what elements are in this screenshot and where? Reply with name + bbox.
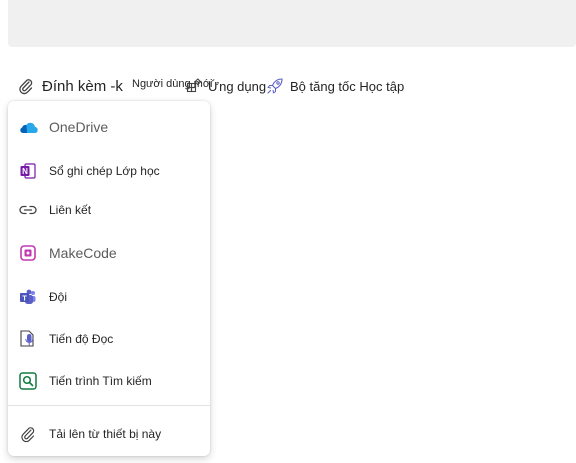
assignment-toolbar: Đính kèm -k Người dùng mới Ứng dụng Bộ t… bbox=[0, 72, 576, 100]
menu-item-search-progress[interactable]: Tiến trình Tìm kiếm bbox=[8, 363, 210, 399]
learning-accelerators-button[interactable]: Bộ tăng tốc Học tập bbox=[266, 72, 404, 100]
apps-button[interactable]: Ứng dụng bbox=[186, 72, 266, 100]
attach-button[interactable]: Đính kèm -k bbox=[18, 72, 123, 100]
menu-item-label: OneDrive bbox=[49, 119, 109, 135]
teams-icon: T bbox=[18, 287, 38, 307]
message-input-area[interactable] bbox=[8, 0, 576, 47]
menu-item-label: Tiến độ Đọc bbox=[49, 332, 114, 346]
menu-item-label: Tải lên từ thiết bị này bbox=[49, 427, 162, 441]
menu-item-label: Sổ ghi chép Lớp học bbox=[49, 164, 160, 178]
menu-item-upload-from-device[interactable]: Tải lên từ thiết bị này bbox=[8, 416, 210, 452]
svg-text:N: N bbox=[22, 167, 28, 176]
reading-progress-icon bbox=[18, 329, 38, 349]
menu-item-label: MakeCode bbox=[49, 245, 117, 261]
paperclip-icon bbox=[18, 424, 38, 444]
apps-icon bbox=[186, 78, 202, 93]
apps-label: Ứng dụng bbox=[208, 78, 267, 94]
learning-accelerators-label: Bộ tăng tốc Học tập bbox=[290, 78, 405, 94]
menu-item-class-notebook[interactable]: N Sổ ghi chép Lớp học bbox=[8, 153, 210, 189]
link-icon bbox=[18, 200, 38, 220]
menu-item-teams[interactable]: T Đội bbox=[8, 279, 210, 315]
attach-menu: OneDrive N Sổ ghi chép Lớp học Liên kết bbox=[8, 101, 210, 456]
search-progress-icon bbox=[18, 371, 38, 391]
rocket-icon bbox=[267, 78, 283, 94]
svg-text:T: T bbox=[22, 293, 27, 302]
menu-item-label: Đội bbox=[49, 290, 68, 304]
attach-label: Đính kèm -k bbox=[42, 77, 123, 95]
menu-item-makecode[interactable]: MakeCode bbox=[8, 235, 210, 271]
menu-item-onedrive[interactable]: OneDrive bbox=[8, 109, 210, 145]
paperclip-icon bbox=[19, 79, 33, 95]
makecode-icon bbox=[18, 243, 38, 263]
menu-item-reading-progress[interactable]: Tiến độ Đọc bbox=[8, 321, 210, 357]
menu-item-label: Tiến trình Tìm kiếm bbox=[49, 374, 152, 388]
menu-item-link[interactable]: Liên kết bbox=[8, 192, 210, 228]
menu-divider bbox=[8, 405, 210, 406]
onedrive-icon bbox=[18, 117, 38, 137]
menu-item-label: Liên kết bbox=[49, 203, 92, 217]
onenote-class-notebook-icon: N bbox=[18, 161, 38, 181]
